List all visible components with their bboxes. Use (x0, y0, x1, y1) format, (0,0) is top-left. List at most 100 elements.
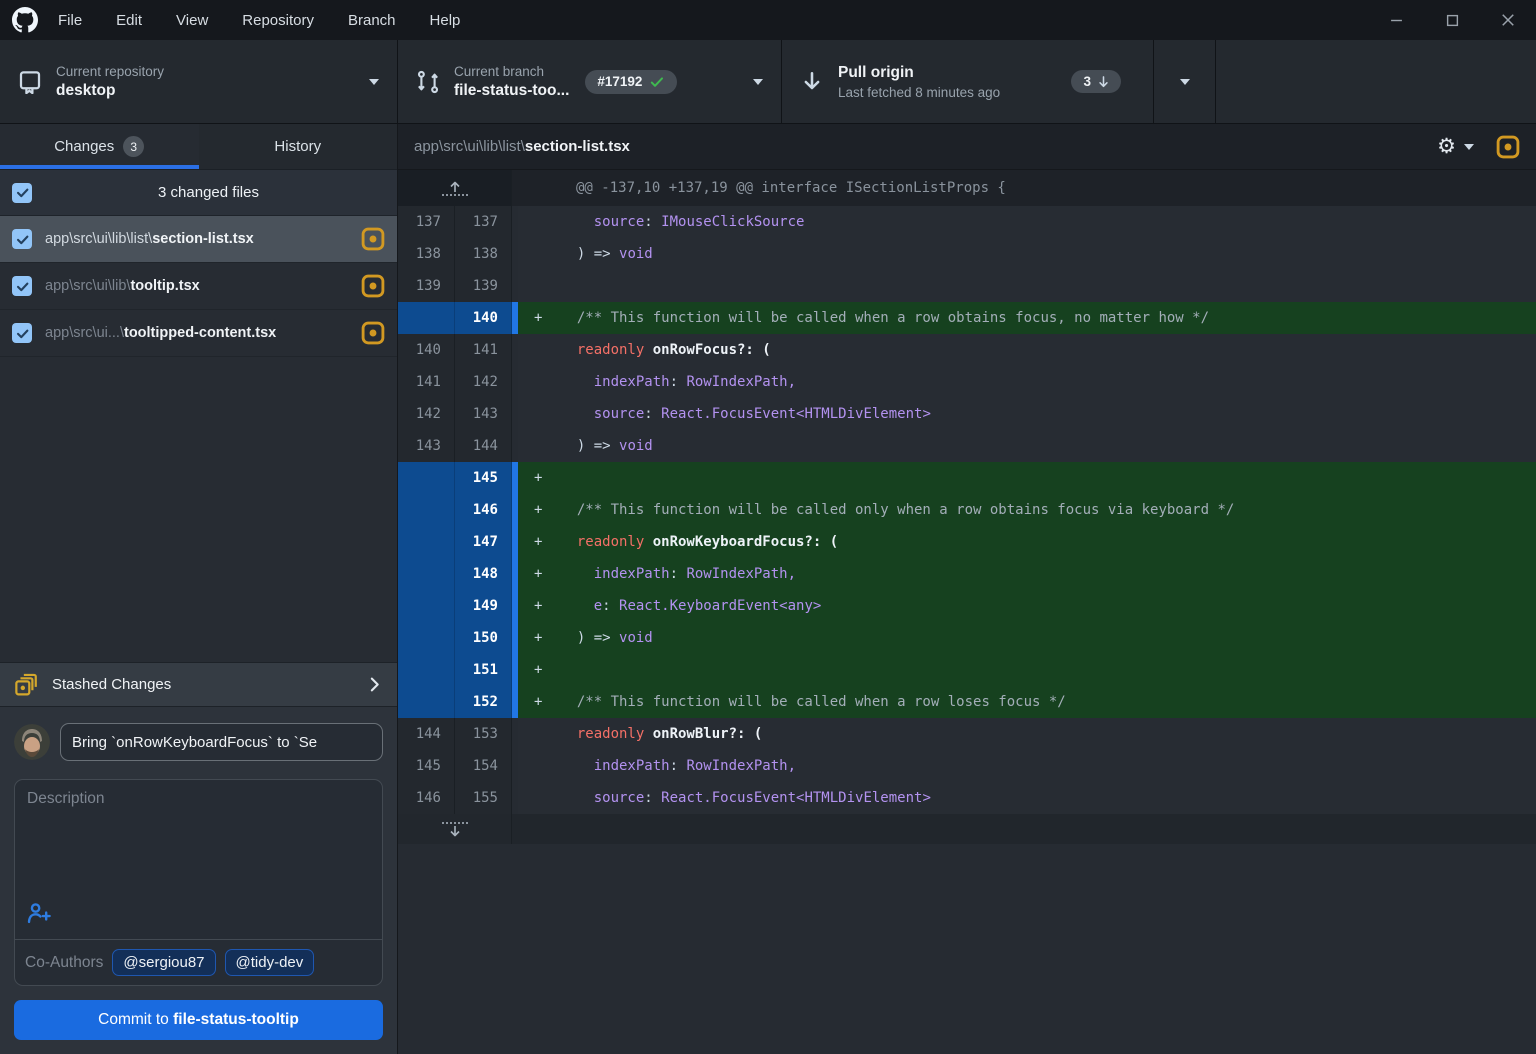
current-branch-button[interactable]: Current branch file-status-too... #17192 (398, 40, 782, 123)
menu-branch[interactable]: Branch (348, 12, 396, 29)
old-line-number[interactable]: 144 (398, 718, 455, 750)
old-line-number[interactable] (398, 654, 455, 686)
old-line-number[interactable]: 146 (398, 782, 455, 814)
new-line-number[interactable]: 138 (455, 238, 512, 270)
new-line-number[interactable]: 153 (455, 718, 512, 750)
file-checkbox[interactable] (12, 276, 32, 296)
diff-options-button[interactable]: ⚙ (1437, 136, 1474, 157)
new-line-number[interactable]: 144 (455, 430, 512, 462)
new-line-number[interactable]: 141 (455, 334, 512, 366)
old-line-number[interactable] (398, 526, 455, 558)
old-line-number[interactable] (398, 590, 455, 622)
new-line-number[interactable]: 145 (455, 462, 512, 494)
file-row[interactable]: app\src\ui...\tooltipped-content.tsx (0, 310, 397, 357)
pull-origin-button[interactable]: Pull origin Last fetched 8 minutes ago 3 (782, 40, 1154, 123)
old-line-number[interactable]: 137 (398, 206, 455, 238)
commit-summary-input[interactable] (60, 723, 383, 761)
minimize-button[interactable] (1368, 0, 1424, 40)
new-line-number[interactable]: 147 (455, 526, 512, 558)
expand-hunk-down-button[interactable] (398, 814, 512, 844)
new-line-number[interactable]: 150 (455, 622, 512, 654)
diff-context-line: 143144 ) => void (398, 430, 1536, 462)
expand-hunk-up-button[interactable] (398, 170, 512, 206)
tab-changes[interactable]: Changes 3 (0, 124, 199, 169)
add-coauthor-icon[interactable] (27, 902, 51, 924)
new-line-number[interactable]: 148 (455, 558, 512, 590)
avatar (14, 724, 50, 760)
old-line-number[interactable] (398, 558, 455, 590)
diff-added-line: 140+ /** This function will be called wh… (398, 302, 1536, 334)
old-line-number[interactable]: 138 (398, 238, 455, 270)
close-icon (1501, 13, 1515, 27)
maximize-button[interactable] (1424, 0, 1480, 40)
new-line-number[interactable]: 154 (455, 750, 512, 782)
tab-history[interactable]: History (199, 124, 398, 169)
diff-context-line: 146155 source: React.FocusEvent<HTMLDivE… (398, 782, 1536, 814)
new-line-number[interactable]: 155 (455, 782, 512, 814)
file-path: app\src\ui\lib\tooltip.tsx (45, 278, 348, 294)
new-line-number[interactable]: 146 (455, 494, 512, 526)
commit-button[interactable]: Commit to file-status-tooltip (14, 1000, 383, 1040)
diff-path-filename: section-list.tsx (525, 138, 630, 155)
menu-help[interactable]: Help (430, 12, 461, 29)
diff-added-line: 148+ indexPath: RowIndexPath, (398, 558, 1536, 590)
new-line-number[interactable]: 151 (455, 654, 512, 686)
pull-origin-subtitle: Last fetched 8 minutes ago (838, 85, 1000, 100)
pr-number-badge: #17192 (585, 70, 677, 94)
file-checkbox[interactable] (12, 229, 32, 249)
pr-number: #17192 (597, 74, 642, 89)
file-row[interactable]: app\src\ui\lib\tooltip.tsx (0, 263, 397, 310)
commit-form: Co-Authors @sergiou87@tidy-dev Commit to… (0, 707, 397, 1054)
old-line-number[interactable] (398, 462, 455, 494)
code-line: ) => void (518, 430, 1536, 462)
old-line-number[interactable]: 141 (398, 366, 455, 398)
new-line-number[interactable]: 149 (455, 590, 512, 622)
coauthor-pill[interactable]: @sergiou87 (112, 949, 215, 976)
new-line-number[interactable]: 139 (455, 270, 512, 302)
chevron-down-icon (1464, 144, 1474, 150)
new-line-number[interactable]: 142 (455, 366, 512, 398)
stashed-changes-row[interactable]: Stashed Changes (0, 662, 397, 707)
chevron-down-icon (753, 79, 763, 85)
check-icon (16, 327, 29, 340)
modified-status-icon (361, 321, 385, 345)
code-line: + /** This function will be called when … (518, 686, 1536, 718)
old-line-number[interactable]: 142 (398, 398, 455, 430)
pull-options-dropdown[interactable] (1154, 40, 1216, 123)
file-list-empty-area (0, 357, 397, 662)
new-line-number[interactable]: 140 (455, 302, 512, 334)
pull-count-badge: 3 (1071, 70, 1121, 93)
new-line-number[interactable]: 137 (455, 206, 512, 238)
old-line-number[interactable] (398, 622, 455, 654)
modified-status-icon (361, 274, 385, 298)
select-all-checkbox[interactable] (12, 183, 32, 203)
diff-file-path: app\src\ui\lib\list\section-list.tsx (414, 138, 1437, 155)
file-row[interactable]: app\src\ui\lib\list\section-list.tsx (0, 216, 397, 263)
old-line-number[interactable] (398, 302, 455, 334)
stashed-changes-label: Stashed Changes (52, 676, 353, 693)
check-icon (16, 186, 29, 199)
menu-view[interactable]: View (176, 12, 208, 29)
old-line-number[interactable]: 139 (398, 270, 455, 302)
tab-changes-label: Changes (54, 138, 114, 155)
old-line-number[interactable]: 143 (398, 430, 455, 462)
commit-description-input[interactable] (15, 780, 382, 898)
commit-button-prefix: Commit to (98, 1011, 173, 1028)
old-line-number[interactable] (398, 686, 455, 718)
menu-edit[interactable]: Edit (116, 12, 142, 29)
old-line-number[interactable]: 145 (398, 750, 455, 782)
old-line-number[interactable] (398, 494, 455, 526)
changed-files-count: 3 changed files (32, 184, 385, 201)
file-checkbox[interactable] (12, 323, 32, 343)
coauthor-pill[interactable]: @tidy-dev (225, 949, 315, 976)
close-button[interactable] (1480, 0, 1536, 40)
menu-repository[interactable]: Repository (242, 12, 314, 29)
current-repository-button[interactable]: Current repository desktop (0, 40, 398, 123)
old-line-number[interactable]: 140 (398, 334, 455, 366)
diff-context-line: 140141 readonly onRowFocus?: ( (398, 334, 1536, 366)
menu-file[interactable]: File (58, 12, 82, 29)
new-line-number[interactable]: 143 (455, 398, 512, 430)
diff-added-line: 147+ readonly onRowKeyboardFocus?: ( (398, 526, 1536, 558)
diff-added-line: 151+ (398, 654, 1536, 686)
new-line-number[interactable]: 152 (455, 686, 512, 718)
